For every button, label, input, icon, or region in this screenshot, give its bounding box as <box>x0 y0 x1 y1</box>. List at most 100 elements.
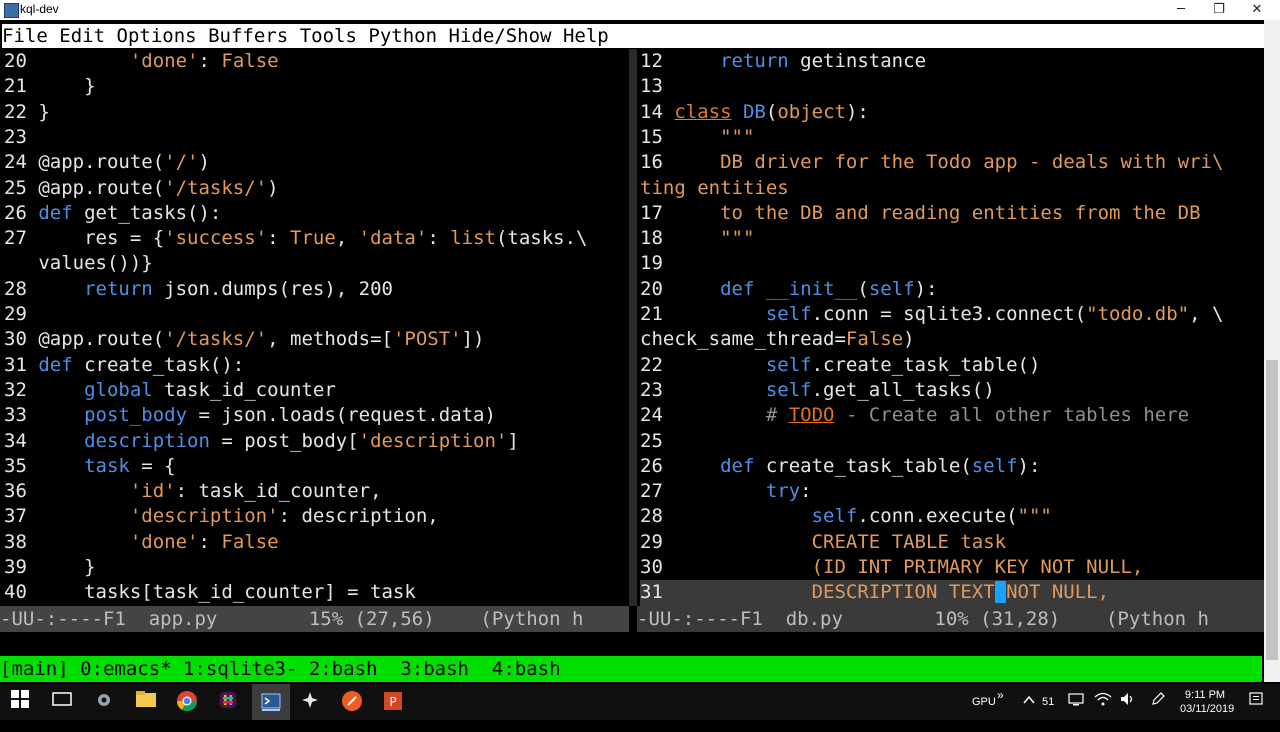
tray-gpu-label[interactable]: GPU <box>972 696 996 732</box>
code-line[interactable]: 18 """ <box>640 226 1264 251</box>
terminal-app-icon[interactable] <box>252 684 290 720</box>
code-line[interactable]: 24 @app.route('/') <box>4 150 629 175</box>
code-token: } <box>38 100 50 123</box>
maximize-button[interactable]: ❐ <box>1200 0 1238 20</box>
line-number: 24 <box>4 151 39 174</box>
menu-file[interactable]: File <box>2 24 48 48</box>
code-line[interactable]: 37 'description': description, <box>4 504 629 529</box>
code-line[interactable]: ting entities <box>640 176 1264 201</box>
code-line[interactable]: 14 class DB(object): <box>640 100 1264 125</box>
code-line[interactable]: 26 def get_tasks(): <box>4 201 629 226</box>
code-line[interactable]: 39 } <box>4 555 629 580</box>
tray-number[interactable]: 51 <box>1042 696 1054 732</box>
network-icon[interactable] <box>1064 690 1088 714</box>
line-number: 23 <box>640 378 675 401</box>
code-line[interactable]: 25 <box>640 429 1264 454</box>
pen-icon[interactable] <box>1146 690 1170 714</box>
code-line[interactable]: 33 post_body = json.loads(request.data) <box>4 403 629 428</box>
code-line[interactable]: 30 @app.route('/tasks/', methods=['POST'… <box>4 327 629 352</box>
code-line[interactable]: 36 'id': task_id_counter, <box>4 479 629 504</box>
menu-options[interactable]: Options <box>117 24 197 48</box>
code-line[interactable]: 21 self.conn = sqlite3.connect("todo.db"… <box>640 302 1264 327</box>
code-line[interactable]: 27 res = {'success': True, 'data': list(… <box>4 226 629 251</box>
task-view-icon[interactable] <box>50 690 74 714</box>
clock-date: 03/11/2019 <box>1180 703 1235 715</box>
code-line[interactable]: 12 return getinstance <box>640 49 1264 74</box>
code-line[interactable]: 20 def __init__(self): <box>640 277 1264 302</box>
code-line[interactable]: 28 self.conn.execute(""" <box>640 504 1264 529</box>
code-line[interactable]: 35 task = { <box>4 454 629 479</box>
code-token: NOT NULL, <box>1006 581 1110 604</box>
code-token: ( <box>857 277 869 300</box>
postman-icon[interactable] <box>340 690 364 714</box>
tray-overflow-icon[interactable] <box>1017 690 1041 714</box>
code-line[interactable]: 30 (ID INT PRIMARY KEY NOT NULL, <box>640 555 1264 580</box>
code-line[interactable]: values())} <box>4 251 629 276</box>
menu-hide-show[interactable]: Hide/Show <box>449 24 552 48</box>
code-line[interactable]: 23 self.get_all_tasks() <box>640 378 1264 403</box>
line-number: 35 <box>4 454 39 477</box>
code-line[interactable]: 31 DESCRIPTION TEXT NOT NULL, <box>640 580 1264 606</box>
code-token: (ID INT PRIMARY KEY NOT NULL, <box>811 556 1144 578</box>
left-editor-pane[interactable]: 20 'done': False 21 } 22 } 23 24 @app.route… <box>4 49 629 606</box>
menu-help[interactable]: Help <box>563 24 609 48</box>
code-line[interactable]: 22 self.create_task_table() <box>640 353 1264 378</box>
slack-icon[interactable] <box>216 690 240 714</box>
code-token: to the DB and reading entities from the … <box>720 201 1201 224</box>
close-button[interactable]: ✕ <box>1238 0 1276 20</box>
code-token: 'done' <box>129 530 199 553</box>
code-line[interactable]: 34 description = post_body['description'… <box>4 429 629 454</box>
line-number: 30 <box>4 328 39 351</box>
menu-tools[interactable]: Tools <box>300 24 357 48</box>
code-line[interactable]: 29 CREATE TABLE task <box>640 530 1264 555</box>
code-line[interactable]: 38 'done': False <box>4 530 629 555</box>
line-number: 26 <box>640 454 675 477</box>
clock[interactable]: 9:11 PM 03/11/2019 <box>1180 688 1235 724</box>
code-line[interactable]: 25 @app.route('/tasks/') <box>4 176 629 201</box>
code-line[interactable]: 13 <box>640 74 1264 99</box>
line-number: 14 <box>640 100 675 123</box>
volume-icon[interactable] <box>1116 690 1140 714</box>
settings-app-icon[interactable] <box>92 690 116 714</box>
tray-chevron-icon[interactable]: » <box>997 688 1004 724</box>
code-token: def <box>38 353 73 376</box>
code-token: } <box>38 75 96 98</box>
right-editor-pane[interactable]: 12 return getinstance 13 14 class DB(obje… <box>640 49 1264 606</box>
menu-edit[interactable]: Edit <box>59 24 105 48</box>
line-number: 28 <box>4 277 39 300</box>
code-line[interactable]: 22 } <box>4 100 629 125</box>
code-line[interactable]: 23 <box>4 125 629 150</box>
pane-divider[interactable] <box>629 49 637 606</box>
file-explorer-icon[interactable] <box>134 690 158 714</box>
code-line[interactable]: 24 # TODO - Create all other tables here <box>640 403 1264 428</box>
code-line[interactable]: 40 tasks[task_id_counter] = task <box>4 580 629 605</box>
code-line[interactable]: 29 <box>4 302 629 327</box>
code-line[interactable]: 19 <box>640 251 1264 276</box>
code-line[interactable]: check_same_thread=False) <box>640 327 1264 352</box>
code-line[interactable]: 27 try: <box>640 479 1264 504</box>
menu-python[interactable]: Python <box>368 24 437 48</box>
text-cursor <box>994 581 1007 604</box>
powerpoint-icon[interactable]: P <box>381 690 405 714</box>
window-scrollbar-thumb[interactable] <box>1266 360 1278 660</box>
code-line[interactable]: 21 } <box>4 74 629 99</box>
code-line[interactable]: 32 global task_id_counter <box>4 378 629 403</box>
code-line[interactable]: 17 to the DB and reading entities from t… <box>640 201 1264 226</box>
tool-app-icon[interactable] <box>298 690 322 714</box>
code-token: self <box>811 505 858 528</box>
code-line[interactable]: 31 def create_task(): <box>4 353 629 378</box>
code-line[interactable]: 15 """ <box>640 125 1264 150</box>
menu-buffers[interactable]: Buffers <box>208 24 288 48</box>
wifi-icon[interactable] <box>1091 690 1115 714</box>
code-line[interactable]: 26 def create_task_table(self): <box>640 454 1264 479</box>
code-line[interactable]: 20 'done': False <box>4 49 629 74</box>
code-line[interactable]: 28 return json.dumps(res), 200 <box>4 277 629 302</box>
notifications-icon[interactable] <box>1244 690 1268 714</box>
windows-start-icon[interactable] <box>8 690 32 714</box>
chrome-icon[interactable] <box>175 690 199 714</box>
minimize-button[interactable]: ─ <box>1162 0 1200 20</box>
code-line[interactable]: 16 DB driver for the Todo app - deals wi… <box>640 150 1264 175</box>
